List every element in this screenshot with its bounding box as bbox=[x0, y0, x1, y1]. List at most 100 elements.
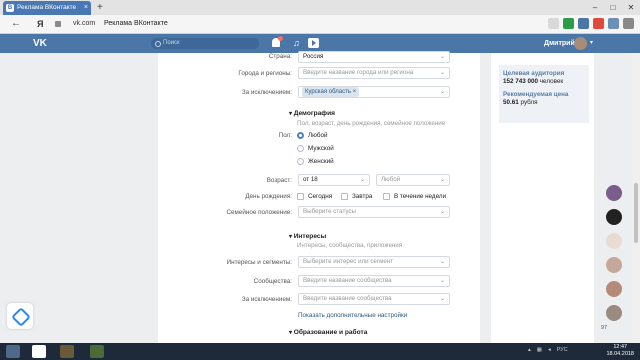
address-bar: ← Я vk.com Реклама ВКонтакте bbox=[0, 15, 640, 34]
tab-close-icon[interactable]: × bbox=[84, 1, 88, 15]
vk-logo[interactable]: VK bbox=[33, 37, 47, 50]
more-settings-link[interactable]: Показать дополнительные настройки bbox=[298, 312, 407, 319]
cities-input[interactable]: Введите название города или региона ⌄ bbox=[298, 67, 450, 79]
communities-placeholder: Введите название сообщества bbox=[303, 277, 392, 284]
communities-label: Сообщества: bbox=[253, 278, 292, 285]
price-value: 50.61 bbox=[503, 99, 519, 106]
chevron-down-icon: ⌄ bbox=[439, 209, 445, 215]
comm-except-input[interactable]: Введите название сообщества ⌄ bbox=[298, 293, 450, 305]
age-to-select[interactable]: Любой ⌄ bbox=[376, 174, 450, 186]
tray-up-icon[interactable]: ▴ bbox=[528, 347, 531, 353]
cities-label: Города и регионы: bbox=[238, 70, 292, 77]
bday-week-checkbox[interactable] bbox=[383, 193, 390, 200]
friend-avatar[interactable] bbox=[606, 233, 622, 249]
friend-avatar[interactable] bbox=[606, 305, 622, 321]
chevron-down-icon: ⌄ bbox=[359, 177, 365, 183]
except-label: За исключением: bbox=[241, 89, 292, 96]
friend-avatar[interactable] bbox=[606, 185, 622, 201]
extensions-bar bbox=[548, 18, 634, 29]
bell-icon[interactable] bbox=[272, 36, 283, 47]
extension-vk-icon[interactable] bbox=[578, 18, 589, 29]
sex-male-radio[interactable] bbox=[297, 145, 304, 152]
price-label: Рекомендуемая цена bbox=[503, 91, 569, 98]
comm-except-label: За исключением: bbox=[241, 296, 292, 303]
friend-avatar[interactable] bbox=[606, 209, 622, 225]
friend-avatar[interactable] bbox=[606, 281, 622, 297]
maximize-button[interactable]: □ bbox=[604, 0, 622, 15]
page-title: Реклама ВКонтакте bbox=[104, 20, 168, 27]
education-title[interactable]: Образование и работа bbox=[289, 329, 368, 336]
bday-week-label: В течение недели bbox=[394, 193, 447, 200]
friend-avatar[interactable] bbox=[606, 257, 622, 273]
play-icon[interactable] bbox=[308, 38, 319, 48]
extension-blue-icon[interactable] bbox=[608, 18, 619, 29]
yandex-button[interactable]: Я bbox=[37, 15, 43, 33]
audience-sidebar: Целевая аудитория 152 743 000 человек Ре… bbox=[491, 53, 594, 343]
yandex-browser-icon[interactable] bbox=[32, 345, 46, 358]
bday-today-label: Сегодня bbox=[308, 193, 333, 200]
window-controls: – □ ✕ bbox=[586, 0, 640, 15]
sex-male-label: Мужской bbox=[308, 145, 334, 152]
sex-label: Пол: bbox=[278, 132, 292, 139]
extension-green-icon[interactable] bbox=[563, 18, 574, 29]
audience-panel: Целевая аудитория 152 743 000 человек Ре… bbox=[499, 65, 589, 123]
bday-today-checkbox[interactable] bbox=[297, 193, 304, 200]
back-button[interactable]: ← bbox=[11, 15, 21, 33]
price-unit: рубля bbox=[520, 99, 538, 106]
bday-tomorrow-label: Завтра bbox=[352, 193, 373, 200]
segments-placeholder: Выберите интерес или сегмент bbox=[303, 258, 394, 265]
taskbar: ▴ ▦ ◂ РУС 12:47 18.04.2018 bbox=[0, 343, 640, 360]
new-tab-button[interactable]: + bbox=[97, 0, 103, 15]
sex-female-label: Женский bbox=[308, 158, 334, 165]
minimize-button[interactable]: – bbox=[586, 0, 604, 15]
clock[interactable]: 12:47 18.04.2018 bbox=[606, 344, 634, 358]
close-window-button[interactable]: ✕ bbox=[622, 0, 640, 15]
interests-title[interactable]: Интересы bbox=[289, 233, 327, 240]
browser-tab[interactable]: В Реклама ВКонтакте × bbox=[3, 1, 91, 15]
bday-tomorrow-checkbox[interactable] bbox=[341, 193, 348, 200]
chevron-down-icon: ⌄ bbox=[439, 259, 445, 265]
demography-subtitle: Пол, возраст, день рождения, семейное по… bbox=[297, 120, 446, 127]
url-text[interactable]: vk.com bbox=[73, 15, 95, 33]
communities-input[interactable]: Введите название сообщества ⌄ bbox=[298, 275, 450, 287]
scrollbar-thumb[interactable] bbox=[634, 183, 638, 243]
interests-subtitle: Интересы, сообщества, приложения bbox=[297, 242, 403, 249]
family-select[interactable]: Выберите статусы ⌄ bbox=[298, 206, 450, 218]
chevron-down-icon: ⌄ bbox=[439, 89, 445, 95]
online-count-badge[interactable]: 97 bbox=[601, 325, 607, 331]
clock-date: 18.04.2018 bbox=[606, 351, 634, 357]
start-icon[interactable] bbox=[6, 345, 20, 358]
age-from-select[interactable]: от 18 ⌄ bbox=[298, 174, 370, 186]
chevron-down-icon[interactable]: ▾ bbox=[590, 34, 593, 53]
music-icon[interactable]: ♫ bbox=[293, 37, 300, 49]
chevron-down-icon: ⌄ bbox=[439, 278, 445, 284]
taskbar-app-icon[interactable] bbox=[60, 345, 74, 358]
country-value: Россия bbox=[303, 53, 324, 60]
demography-title[interactable]: Демография bbox=[289, 110, 335, 117]
search-input[interactable]: Поиск bbox=[151, 38, 259, 49]
avatar[interactable] bbox=[574, 37, 587, 50]
scrollbar[interactable] bbox=[632, 53, 640, 343]
segments-label: Интересы и сегменты: bbox=[226, 259, 292, 266]
browser-tabbar: В Реклама ВКонтакте × + – □ ✕ bbox=[0, 0, 640, 15]
comm-except-placeholder: Введите название сообщества bbox=[303, 295, 392, 302]
tray-volume-icon[interactable]: ◂ bbox=[548, 347, 551, 353]
extension-red-icon[interactable] bbox=[593, 18, 604, 29]
region-chip[interactable]: Курская область × bbox=[302, 87, 360, 97]
tray-network-icon[interactable]: ▦ bbox=[537, 347, 542, 353]
sex-female-radio[interactable] bbox=[297, 158, 304, 165]
audience-label: Целевая аудитория bbox=[503, 70, 565, 77]
taskbar-app-icon[interactable] bbox=[90, 345, 104, 358]
birthday-label: День рождения: bbox=[245, 193, 292, 200]
user-name[interactable]: Дмитрий bbox=[544, 34, 575, 53]
sex-any-radio[interactable] bbox=[297, 132, 304, 139]
hexagon-widget-icon[interactable] bbox=[7, 303, 33, 329]
audience-unit: человек bbox=[539, 78, 564, 85]
segments-input[interactable]: Выберите интерес или сегмент ⌄ bbox=[298, 256, 450, 268]
age-from-value: от 18 bbox=[303, 176, 318, 183]
country-select[interactable]: Россия ⌄ bbox=[298, 51, 450, 63]
menu-icon[interactable] bbox=[623, 18, 634, 29]
language-indicator[interactable]: РУС bbox=[557, 347, 568, 353]
tab-title: Реклама ВКонтакте bbox=[17, 4, 77, 11]
bookmark-icon[interactable] bbox=[548, 18, 559, 29]
